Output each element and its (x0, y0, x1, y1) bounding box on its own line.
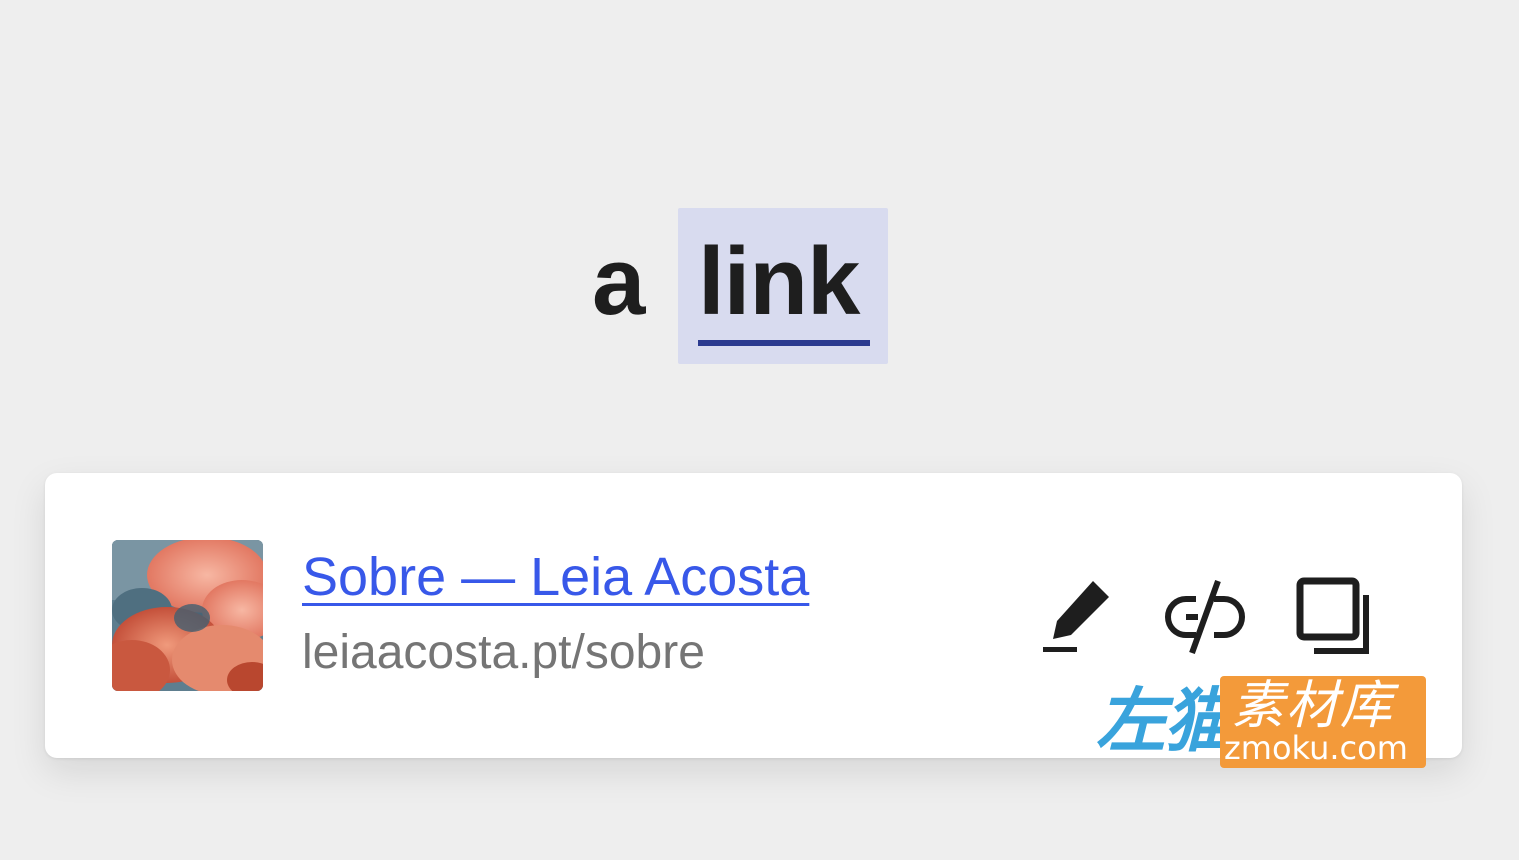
link-preview-title[interactable]: Sobre — Leia Acosta (302, 545, 809, 609)
unlink-icon (1160, 577, 1250, 662)
link-thumbnail-image (112, 540, 263, 691)
watermark-logo: 左猫 素材库 zmoku.com (1096, 676, 1428, 768)
watermark-domain: zmoku.com (1224, 729, 1408, 767)
editor-link-text[interactable]: link (698, 226, 860, 338)
copy-icon (1292, 575, 1376, 664)
copy-link-button[interactable] (1288, 573, 1380, 665)
pencil-icon (1035, 577, 1115, 662)
editor-text-word: a (592, 228, 645, 335)
watermark-right-text: 素材库 (1232, 677, 1395, 735)
watermark-left-text: 左猫 (1096, 682, 1234, 760)
link-underline (698, 340, 870, 346)
unlink-button[interactable] (1159, 573, 1251, 665)
watermark-badge: 素材库 zmoku.com (1220, 676, 1426, 768)
editor-paragraph: a link (0, 208, 1519, 364)
link-preview-url: leiaacosta.pt/sobre (302, 626, 705, 679)
edit-link-button[interactable] (1029, 573, 1121, 665)
